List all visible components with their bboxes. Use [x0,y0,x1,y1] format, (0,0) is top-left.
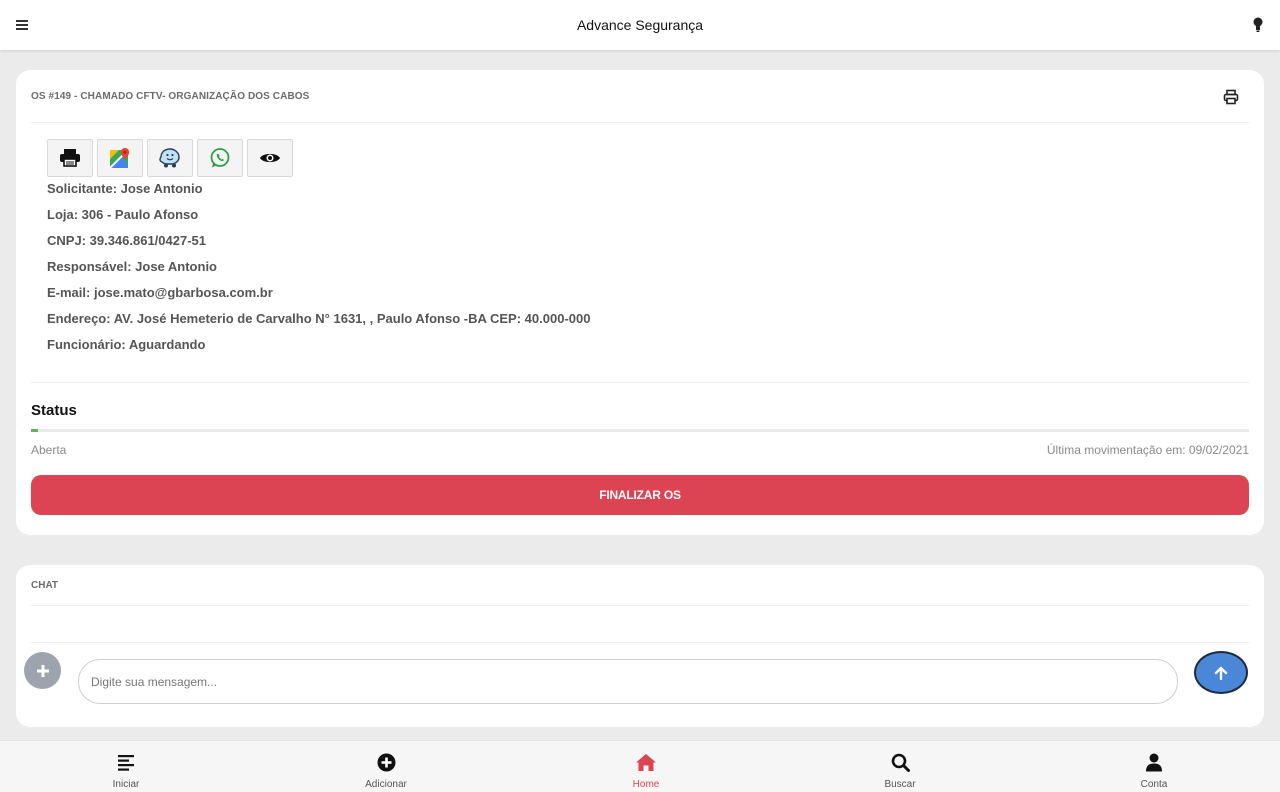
user-icon [1146,753,1162,772]
nav-item-conta[interactable]: Conta [1104,741,1204,792]
nav-label-buscar: Buscar [884,779,916,790]
plus-icon [36,664,49,677]
eye-icon [260,153,280,163]
endereco-text: Endereço: AV. José Hemeterio de Carvalho… [47,311,591,326]
list-icon [118,755,134,771]
os-title: OS #149 - CHAMADO CFTV- ORGANIZAÇÃO DOS … [31,90,310,102]
funcionario-text: Funcionário: Aguardando [47,337,206,352]
waze-button[interactable] [147,139,193,177]
cnpj-text: CNPJ: 39.346.861/0427-51 [47,233,207,248]
message-input[interactable] [78,659,1178,704]
arrow-up-icon [1214,666,1228,680]
os-info-list: Solicitante: Jose Antonio Loja: 306 - Pa… [47,180,590,362]
google-maps-button[interactable] [97,139,143,177]
nav-label-home: Home [632,779,660,790]
chat-card: CHAT [16,565,1264,727]
nav-label-conta: Conta [1140,779,1168,790]
status-progress-fill [31,429,39,432]
hamburger-menu-icon[interactable] [14,17,30,33]
bottom-navigation: Iniciar Adicionar Home Buscar Conta [0,740,1280,792]
nav-item-iniciar[interactable]: Iniciar [76,741,176,792]
chat-header: CHAT [31,565,1249,606]
printer-icon [60,149,80,167]
whatsapp-button[interactable] [197,139,243,177]
last-movement-text: Última movimentação em: 09/02/2021 [1046,443,1249,457]
waze-icon [159,148,180,168]
nav-item-buscar[interactable]: Buscar [850,741,950,792]
email-text: E-mail: jose.mato@gbarbosa.com.br [47,285,273,300]
chat-messages-area [31,606,1249,643]
google-maps-icon [109,148,130,169]
status-progress-bar [31,429,1249,432]
os-card-header: OS #149 - CHAMADO CFTV- ORGANIZAÇÃO DOS … [31,70,1249,123]
os-details-card: OS #149 - CHAMADO CFTV- ORGANIZAÇÃO DOS … [16,70,1264,535]
top-app-bar: Advance Segurança [0,0,1280,50]
nav-item-adicionar[interactable]: Adicionar [336,741,436,792]
printer-icon[interactable] [1223,89,1239,105]
finalize-os-button[interactable]: FINALIZAR OS [31,475,1249,515]
add-attachment-button[interactable] [24,652,61,689]
nav-label-adicionar: Adicionar [365,779,407,790]
divider [31,382,1249,383]
status-value: Aberta [31,443,67,457]
nav-item-home[interactable]: Home [596,741,696,792]
view-button[interactable] [247,139,293,177]
plus-circle-icon [377,753,395,772]
chat-title: CHAT [31,579,59,591]
responsavel-text: Responsável: Jose Antonio [47,259,217,274]
loja-text: Loja: 306 - Paulo Afonso [47,207,199,222]
nav-label-iniciar: Iniciar [112,779,140,790]
app-title: Advance Segurança [576,17,704,33]
home-icon [636,754,656,771]
search-icon [891,753,910,772]
whatsapp-icon [210,148,230,168]
print-button[interactable] [47,139,93,177]
os-action-buttons [47,139,293,177]
send-message-button[interactable] [1194,651,1248,694]
lightbulb-icon[interactable] [1250,16,1266,34]
solicitante-text: Solicitante: Jose Antonio [47,181,203,196]
status-heading: Status [31,402,77,419]
